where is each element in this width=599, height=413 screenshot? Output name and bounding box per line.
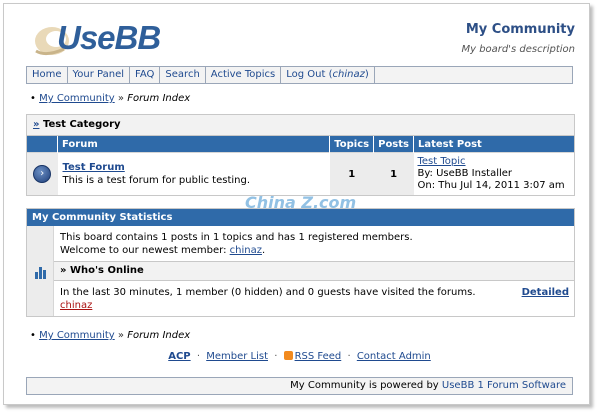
board-description: My board's description [461,44,575,55]
logo-text: UseBB [57,19,161,56]
latest-post-author: By: UseBB Installer [417,168,513,179]
breadcrumb-board-link[interactable]: My Community [39,93,115,104]
forum-info-cell: Test Forum This is a test forum for publ… [57,152,330,195]
forum-table: Forum Topics Posts Latest Post › Test Fo… [27,136,574,195]
breadcrumb-marker: • [30,93,36,104]
forum-row: › Test Forum This is a test forum for pu… [27,152,574,195]
topics-column-header: Topics [329,136,375,153]
latest-post-cell: Test Topic By: UseBB Installer On: Thu J… [413,152,574,195]
stats-box: My Community Statistics This board conta… [26,208,575,317]
menu-home[interactable]: Home [27,67,68,83]
welcome-suffix: . [261,245,266,256]
menu-search[interactable]: Search [160,67,206,83]
online-user-link[interactable]: chinaz [60,300,92,311]
watermark-overlay: China Z.com [245,193,357,212]
breadcrumb-separator: » [117,330,125,341]
usebb-software-link[interactable]: UseBB 1 Forum Software [442,380,566,391]
online-summary: In the last 30 minutes, 1 member (0 hidd… [60,287,476,298]
forum-status-icon: › [33,165,52,183]
usebb-logo[interactable]: UseBB [30,17,170,61]
main-menu: Home Your Panel FAQ Search Active Topics… [26,66,573,84]
breadcrumb-top: • My Community » Forum Index [30,93,190,104]
menu-active-topics[interactable]: Active Topics [206,67,282,83]
stats-summary: This board contains 1 posts in 1 topics … [54,226,574,261]
footer-separator: · [196,351,201,362]
forum-topics-count: 1 [329,152,374,195]
breadcrumb-current: Forum Index [127,330,191,341]
detailed-link[interactable]: Detailed [522,286,569,299]
stats-content: This board contains 1 posts in 1 topics … [54,226,574,316]
rss-feed-link[interactable]: RSS Feed [295,351,342,362]
breadcrumb-bottom: • My Community » Forum Index [30,330,190,341]
icon-column-header [27,136,58,153]
menu-faq[interactable]: FAQ [130,67,161,83]
latest-column-header: Latest Post [413,136,574,153]
logout-user: chinaz [332,69,365,80]
stats-line: This board contains 1 posts in 1 topics … [60,232,413,243]
footer-links: ACP · Member List · RSS Feed · Contact A… [0,351,599,362]
logout-suffix: ) [364,69,369,80]
newest-member-link[interactable]: chinaz [230,245,262,256]
rss-icon [283,351,293,360]
category-box: » Test Category Forum Topics Posts Lates… [26,114,575,196]
breadcrumb-board-link[interactable]: My Community [39,330,115,341]
powered-by-bar: My Community is powered by UseBB 1 Forum… [26,377,573,395]
member-list-link[interactable]: Member List [206,351,268,362]
stats-icon-cell [27,226,54,316]
category-marker-link[interactable]: » [33,119,39,130]
forum-description: This is a test forum for public testing. [62,175,251,186]
contact-admin-link[interactable]: Contact Admin [357,351,431,362]
menu-your-panel[interactable]: Your Panel [68,67,131,83]
forum-posts-count: 1 [373,152,414,195]
powered-by-text: My Community is powered by [290,380,442,391]
forum-name-link[interactable]: Test Forum [63,162,125,173]
board-title[interactable]: My Community [466,22,575,37]
breadcrumb-marker: • [30,330,36,341]
stats-bars-icon [34,263,46,279]
posts-column-header: Posts [373,136,414,153]
online-section: In the last 30 minutes, 1 member (0 hidd… [54,281,574,316]
whos-online-header: » Who's Online [54,261,574,281]
footer-separator: · [347,351,351,362]
latest-post-date: On: Thu Jul 14, 2011 3:07 am [417,180,565,191]
category-name: Test Category [42,119,121,130]
breadcrumb-current: Forum Index [127,93,191,104]
welcome-prefix: Welcome to our newest member: [60,245,230,256]
menu-log-out[interactable]: Log Out (chinaz) [281,67,375,83]
forum-column-header: Forum [57,136,331,153]
footer-separator: · [274,351,278,362]
logout-prefix: Log Out ( [286,69,333,80]
category-header: » Test Category [27,115,574,136]
forum-status-cell: › [27,152,58,195]
forum-table-header: Forum Topics Posts Latest Post [27,136,574,153]
breadcrumb-separator: » [117,93,125,104]
latest-topic-link[interactable]: Test Topic [418,156,466,167]
stats-body: This board contains 1 posts in 1 topics … [27,226,574,316]
acp-link[interactable]: ACP [168,351,190,362]
